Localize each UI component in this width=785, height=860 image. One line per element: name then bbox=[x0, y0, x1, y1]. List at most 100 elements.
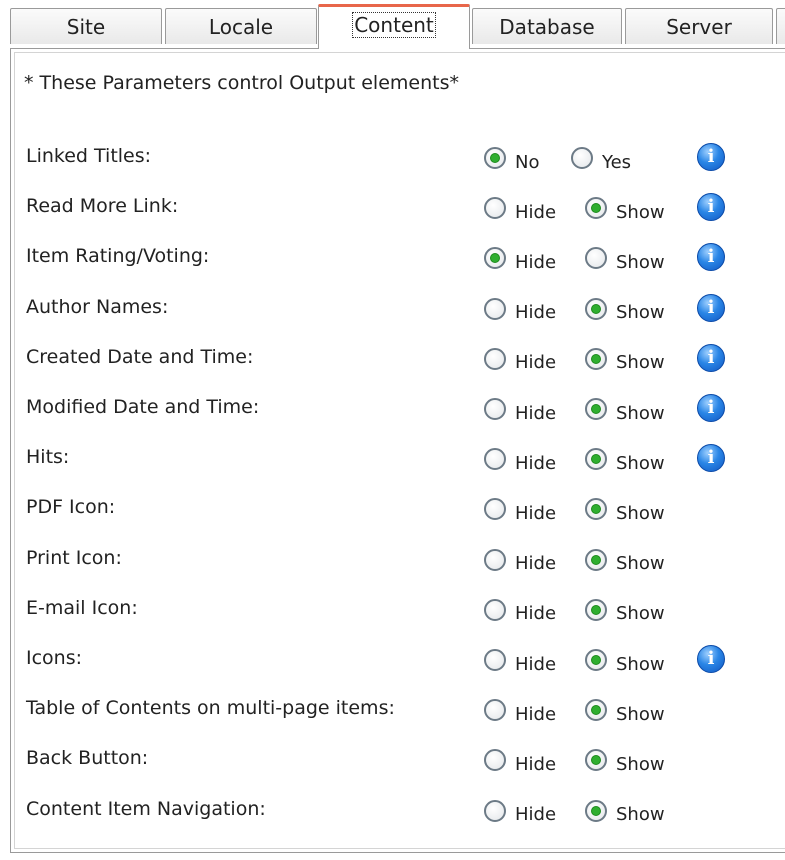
radio-option-hide[interactable]: Hide bbox=[484, 796, 556, 826]
radio-option-hide[interactable]: Hide bbox=[484, 344, 556, 374]
radio-option-show[interactable]: Show bbox=[585, 545, 665, 575]
radio-button[interactable] bbox=[484, 649, 506, 671]
radio-option-show[interactable]: Show bbox=[585, 243, 665, 273]
radio-button[interactable] bbox=[484, 398, 506, 420]
radio-option-hide[interactable]: Hide bbox=[484, 545, 556, 575]
radio-option-label: Hide bbox=[515, 603, 557, 625]
tab-server[interactable]: Server bbox=[625, 8, 773, 44]
radio-button[interactable] bbox=[484, 197, 506, 220]
parameter-label: Icons: bbox=[26, 647, 83, 669]
parameter-label: Read More Link: bbox=[26, 195, 179, 218]
radio-option-label: Show bbox=[616, 653, 665, 675]
radio-option-hide[interactable]: Hide bbox=[484, 595, 556, 625]
parameter-label: Print Icon: bbox=[26, 546, 122, 569]
radio-button[interactable] bbox=[484, 498, 506, 521]
radio-button[interactable] bbox=[585, 297, 607, 320]
radio-option-show[interactable]: Show bbox=[585, 645, 665, 675]
radio-button[interactable] bbox=[484, 147, 506, 169]
radio-button[interactable] bbox=[585, 749, 607, 772]
radio-option-label: Hide bbox=[515, 553, 557, 575]
radio-option-show[interactable]: Show bbox=[585, 796, 665, 826]
tab-database[interactable]: Database bbox=[472, 8, 622, 44]
radio-button[interactable] bbox=[484, 347, 506, 370]
info-icon[interactable]: i bbox=[697, 444, 725, 473]
radio-button[interactable] bbox=[484, 799, 506, 822]
info-icon[interactable]: i bbox=[697, 343, 725, 372]
radio-button[interactable] bbox=[585, 598, 607, 621]
radio-button[interactable] bbox=[585, 197, 607, 220]
radio-option-show[interactable]: Show bbox=[585, 444, 665, 474]
info-icon[interactable]: i bbox=[697, 143, 725, 171]
radio-option-yes[interactable]: Yes bbox=[571, 143, 631, 173]
parameter-row: Item Rating/Voting: Hide Show i bbox=[0, 235, 785, 285]
radio-option-show[interactable]: Show bbox=[585, 344, 665, 374]
parameter-row: Read More Link: Hide Show i bbox=[0, 185, 785, 235]
radio-option-label: Hide bbox=[515, 753, 557, 775]
radio-button[interactable] bbox=[585, 548, 607, 571]
parameter-row: Linked Titles: No Yes i bbox=[0, 135, 785, 185]
radio-option-hide[interactable]: Hide bbox=[484, 243, 556, 273]
radio-option-hide[interactable]: Hide bbox=[484, 193, 556, 223]
intro-text: * These Parameters control Output elemen… bbox=[24, 72, 459, 94]
radio-option-show[interactable]: Show bbox=[585, 294, 665, 324]
radio-option-label: Show bbox=[616, 402, 665, 424]
radio-button[interactable] bbox=[585, 448, 607, 471]
radio-button[interactable] bbox=[585, 498, 607, 521]
radio-option-show[interactable]: Show bbox=[585, 494, 665, 524]
radio-option-label: No bbox=[515, 151, 540, 173]
radio-option-hide[interactable]: Hide bbox=[484, 294, 556, 324]
radio-option-label: Show bbox=[616, 452, 665, 474]
parameter-label: Back Button: bbox=[26, 747, 149, 770]
radio-option-show[interactable]: Show bbox=[585, 193, 665, 223]
radio-button[interactable] bbox=[484, 448, 506, 471]
radio-button[interactable] bbox=[585, 699, 607, 722]
radio-option-label: Show bbox=[616, 753, 665, 775]
radio-option-label: Yes bbox=[602, 151, 632, 173]
radio-option-label: Show bbox=[616, 201, 665, 223]
parameter-row: Print Icon: Hide Show bbox=[0, 537, 785, 587]
radio-button[interactable] bbox=[484, 749, 506, 772]
radio-option-hide[interactable]: Hide bbox=[484, 444, 556, 474]
radio-option-show[interactable]: Show bbox=[585, 745, 665, 775]
radio-option-label: Show bbox=[616, 502, 665, 524]
info-icon[interactable]: i bbox=[697, 243, 725, 272]
radio-option-hide[interactable]: Hide bbox=[484, 394, 556, 424]
parameter-label: PDF Icon: bbox=[26, 496, 116, 519]
info-icon[interactable]: i bbox=[697, 394, 725, 422]
radio-button[interactable] bbox=[484, 247, 506, 270]
info-icon[interactable]: i bbox=[697, 645, 725, 673]
radio-option-hide[interactable]: Hide bbox=[484, 494, 556, 524]
parameter-row: Icons: Hide Show i bbox=[0, 637, 785, 687]
radio-option-hide[interactable]: Hide bbox=[484, 645, 556, 675]
radio-option-show[interactable]: Show bbox=[585, 595, 665, 625]
radio-option-show[interactable]: Show bbox=[585, 695, 665, 725]
radio-option-label: Hide bbox=[515, 302, 557, 324]
radio-button[interactable] bbox=[585, 247, 607, 270]
radio-option-hide[interactable]: Hide bbox=[484, 745, 556, 775]
radio-option-label: Hide bbox=[515, 402, 557, 424]
radio-button[interactable] bbox=[585, 799, 607, 822]
radio-option-hide[interactable]: Hide bbox=[484, 695, 556, 725]
tab-locale[interactable]: Locale bbox=[165, 8, 317, 44]
radio-button[interactable] bbox=[484, 699, 506, 722]
parameter-row: PDF Icon: Hide Show bbox=[0, 486, 785, 536]
radio-button[interactable] bbox=[571, 147, 593, 169]
tab-site[interactable]: Site bbox=[10, 8, 162, 44]
radio-option-label: Hide bbox=[515, 251, 557, 273]
tab-overflow[interactable] bbox=[776, 8, 785, 44]
parameter-label: Author Names: bbox=[26, 295, 169, 318]
radio-button[interactable] bbox=[484, 548, 506, 571]
radio-button[interactable] bbox=[484, 598, 506, 621]
radio-option-show[interactable]: Show bbox=[585, 394, 665, 424]
radio-button[interactable] bbox=[585, 398, 607, 420]
radio-button[interactable] bbox=[585, 649, 607, 671]
tab-content[interactable]: Content bbox=[318, 4, 470, 49]
radio-option-no[interactable]: No bbox=[484, 143, 539, 173]
info-icon[interactable]: i bbox=[697, 193, 725, 222]
info-icon[interactable]: i bbox=[697, 293, 725, 322]
tab-locale-label: Locale bbox=[208, 15, 274, 39]
radio-button[interactable] bbox=[585, 347, 607, 370]
radio-button[interactable] bbox=[484, 297, 506, 320]
radio-option-label: Hide bbox=[515, 201, 557, 223]
parameter-row: Modified Date and Time: Hide Show i bbox=[0, 386, 785, 436]
